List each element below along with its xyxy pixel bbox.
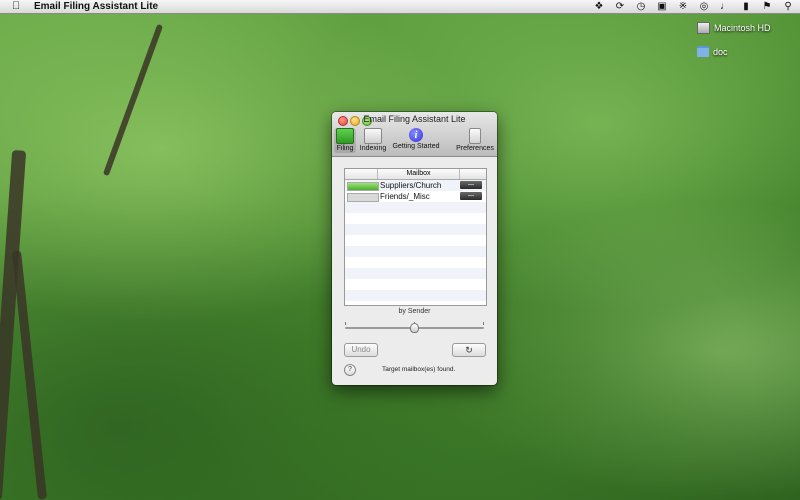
- preferences-icon: [469, 128, 481, 144]
- display-icon[interactable]: ▣: [656, 0, 668, 13]
- toolbar-label: Indexing: [359, 145, 387, 152]
- help-button[interactable]: ?: [344, 364, 356, 376]
- table-row-empty: [345, 235, 486, 246]
- match-bar-fill: [348, 183, 378, 190]
- indexing-icon: [364, 128, 382, 144]
- mailbox-name: Friends/_Misc: [380, 192, 430, 201]
- table-row-empty: [345, 290, 486, 301]
- dropbox-icon[interactable]: ❖: [593, 0, 605, 13]
- tree-trunk: [11, 250, 48, 500]
- filter-slider[interactable]: [345, 322, 484, 334]
- desktop-icon-hd[interactable]: Macintosh HD: [697, 22, 771, 34]
- table-row-empty: [345, 279, 486, 290]
- mailbox-table[interactable]: Mailbox Suppliers/Church ⎯⎯ Friends/_Mis…: [344, 168, 487, 306]
- status-text: Target mailbox(es) found.: [382, 366, 456, 373]
- desktop-icon-label: Macintosh HD: [714, 23, 771, 33]
- battery-icon[interactable]: ▮: [740, 0, 752, 13]
- refresh-icon: ↻: [465, 345, 473, 355]
- table-row[interactable]: Suppliers/Church ⎯⎯: [345, 180, 486, 191]
- sync-icon[interactable]: ⟳: [614, 0, 626, 13]
- table-body: Suppliers/Church ⎯⎯ Friends/_Misc ⎯⎯: [345, 180, 486, 301]
- toolbar-getting-started[interactable]: i Getting Started: [389, 128, 443, 150]
- toolbar-label: Getting Started: [392, 143, 440, 150]
- toolbar-preferences[interactable]: Preferences: [454, 128, 496, 152]
- toolbar-indexing[interactable]: Indexing: [358, 128, 388, 152]
- table-row-empty: [345, 213, 486, 224]
- spotlight-icon[interactable]: ⚲: [782, 0, 794, 13]
- match-bar: [347, 193, 379, 202]
- title-bar[interactable]: Email Filing Assistant Lite Filing Index…: [332, 112, 497, 157]
- menu-bar:  Email Filing Assistant Lite ❖ ⟳ ◷ ▣ ※ …: [0, 0, 800, 14]
- apple-icon[interactable]: : [12, 0, 20, 13]
- slider-label: by Sender: [398, 308, 431, 315]
- bluetooth-icon[interactable]: ※: [677, 0, 689, 13]
- tree-trunk: [102, 23, 164, 177]
- toolbar-label: Filing: [336, 145, 354, 152]
- table-row-empty: [345, 202, 486, 213]
- filing-icon: [336, 128, 354, 144]
- flag-icon[interactable]: ⚑: [761, 0, 773, 13]
- slider-tick: [345, 322, 346, 325]
- table-row-empty: [345, 246, 486, 257]
- toolbar: Filing Indexing i Getting Started Prefer…: [332, 127, 497, 156]
- app-menu[interactable]: Email Filing Assistant Lite: [34, 0, 158, 13]
- table-row[interactable]: Friends/_Misc ⎯⎯: [345, 191, 486, 202]
- action-column-header[interactable]: [460, 169, 485, 179]
- table-row-empty: [345, 257, 486, 268]
- table-header[interactable]: Mailbox: [345, 169, 486, 180]
- table-row-empty: [345, 224, 486, 235]
- desktop-icon-label: doc: [713, 46, 728, 57]
- folder-icon: [697, 46, 709, 57]
- info-icon: i: [409, 128, 423, 142]
- refresh-button[interactable]: ↻: [452, 343, 486, 357]
- mailbox-name: Suppliers/Church: [380, 181, 442, 190]
- slider-thumb[interactable]: [410, 323, 419, 333]
- toolbar-filing[interactable]: Filing: [334, 128, 356, 153]
- window-title: Email Filing Assistant Lite: [363, 114, 466, 124]
- slider-tick: [483, 322, 484, 325]
- table-row-empty: [345, 268, 486, 279]
- toolbar-label: Preferences: [456, 145, 494, 152]
- undo-button[interactable]: Undo: [344, 343, 378, 357]
- time-machine-icon[interactable]: ◷: [635, 0, 647, 13]
- match-column-header[interactable]: [345, 169, 378, 179]
- mailbox-column-header[interactable]: Mailbox: [378, 169, 460, 179]
- hard-disk-icon: [697, 22, 710, 34]
- file-button[interactable]: ⎯⎯: [460, 181, 482, 189]
- desktop-icon-doc[interactable]: doc: [697, 46, 728, 57]
- status-icons: ❖ ⟳ ◷ ▣ ※ ◎ ♩ ▮ ⚑ ⚲: [593, 0, 794, 13]
- file-button[interactable]: ⎯⎯: [460, 192, 482, 200]
- match-bar: [347, 182, 379, 191]
- wifi-icon[interactable]: ◎: [698, 0, 710, 13]
- app-window: Email Filing Assistant Lite Filing Index…: [332, 112, 497, 385]
- volume-icon[interactable]: ♩: [719, 0, 731, 13]
